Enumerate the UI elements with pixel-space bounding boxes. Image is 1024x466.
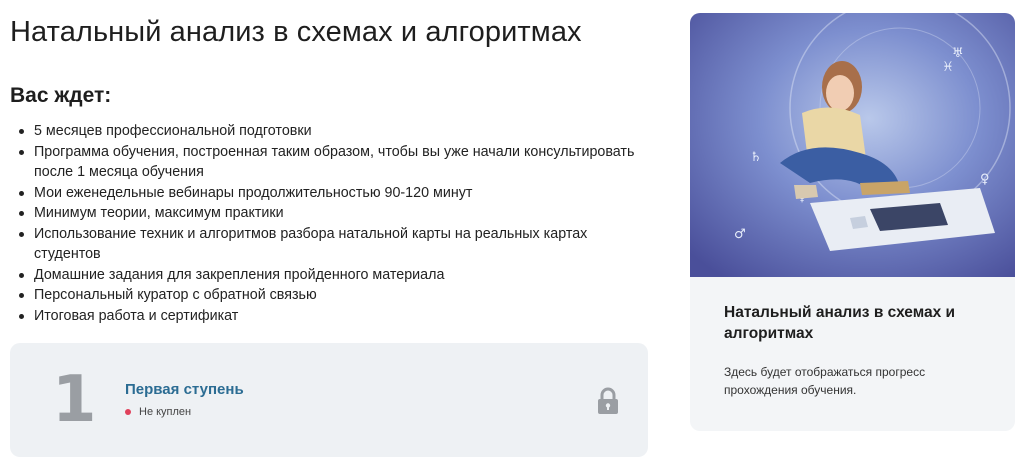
feature-item: Персональный куратор с обратной связью: [16, 285, 656, 306]
feature-list: 5 месяцев профессиональной подготовки Пр…: [16, 121, 656, 326]
purchase-status: Не куплен: [125, 406, 191, 418]
svg-text:♀: ♀: [980, 172, 990, 187]
feature-item: Домашние задания для закрепления пройден…: [16, 265, 656, 286]
svg-text:♄: ♄: [750, 150, 762, 165]
feature-item: Программа обучения, построенная таким об…: [16, 142, 656, 183]
progress-note: Здесь будет отображаться прогресс прохож…: [724, 365, 926, 397]
course-title: Натальный анализ в схемах и алгоритмах: [724, 304, 956, 342]
feature-item: Использование техник и алгоритмов разбор…: [16, 224, 656, 265]
status-label: Не куплен: [139, 406, 192, 418]
lock-icon: [598, 387, 618, 414]
step-number: 1: [52, 363, 97, 437]
feature-item: 5 месяцев профессиональной подготовки: [16, 121, 656, 142]
svg-text:♅: ♅: [952, 46, 964, 61]
section-subtitle: Вас ждет:: [10, 84, 112, 107]
feature-item: Итоговая работа и сертификат: [16, 306, 656, 327]
svg-text:♂: ♂: [734, 227, 746, 242]
step-title-link[interactable]: Первая ступень: [125, 381, 244, 398]
svg-text:♓: ♓: [942, 60, 954, 75]
feature-item: Мои еженедельные вебинары продолжительно…: [16, 183, 656, 204]
course-cover-image: ♓ ♄ ♅ ♀ ♂ ☿: [690, 13, 1015, 277]
feature-item: Минимум теории, максимум практики: [16, 203, 656, 224]
status-dot-icon: [125, 409, 131, 415]
step-card[interactable]: 1 Первая ступень Не куплен: [10, 343, 648, 457]
page-title: Натальный анализ в схемах и алгоритмах: [10, 16, 582, 48]
course-card[interactable]: ♓ ♄ ♅ ♀ ♂ ☿ Натальный анализ в схемах и …: [690, 13, 1015, 431]
